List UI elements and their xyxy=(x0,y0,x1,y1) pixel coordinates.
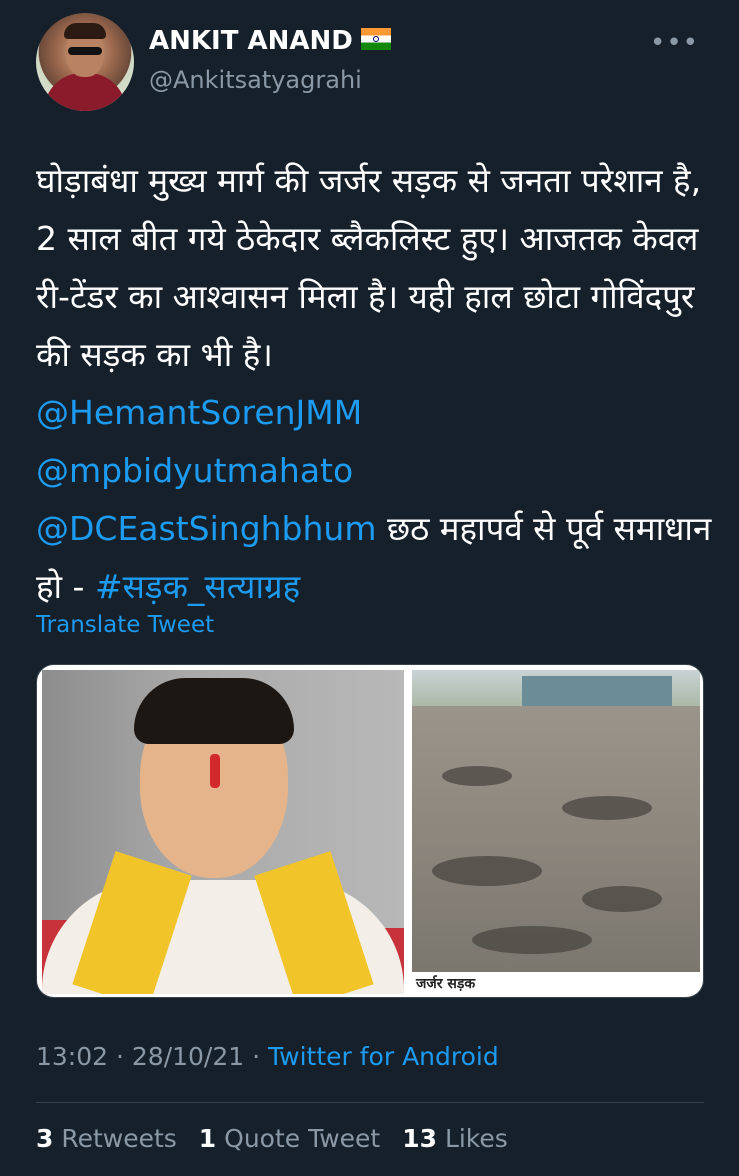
tweet-text-part1: घोड़ाबंधा मुख्य मार्ग की जर्जर सड़क से ज… xyxy=(36,161,702,374)
meta-separator: · xyxy=(244,1042,269,1071)
author-name[interactable]: ANKIT ANAND xyxy=(149,26,353,56)
pothole xyxy=(442,766,512,786)
retweets-label: Retweets xyxy=(61,1124,177,1153)
retweets-stat[interactable]: 3 Retweets xyxy=(36,1124,177,1153)
avatar[interactable] xyxy=(36,13,134,111)
mention-dceastsinghbhum[interactable]: @DCEastSinghbhum xyxy=(36,509,376,548)
quotes-stat[interactable]: 1 Quote Tweet xyxy=(199,1124,380,1153)
avatar-shirt xyxy=(44,73,126,111)
likes-count: 13 xyxy=(402,1124,437,1153)
mention-hemantsoren[interactable]: @HemantSorenJMM xyxy=(36,393,362,432)
tweet-media: जर्जर सड़क xyxy=(36,664,704,998)
media-image-portrait[interactable] xyxy=(42,670,404,994)
tweet-time[interactable]: 13:02 xyxy=(36,1042,108,1071)
tweet-meta: 13:02 · 28/10/21 · Twitter for Android xyxy=(36,1042,499,1071)
translate-tweet-link[interactable]: Translate Tweet xyxy=(36,612,214,638)
tweet-stats: 3 Retweets 1 Quote Tweet 13 Likes xyxy=(36,1124,508,1153)
meta-separator: · xyxy=(108,1042,132,1071)
pothole xyxy=(562,796,652,820)
india-flag-icon xyxy=(360,27,391,50)
pothole xyxy=(432,856,542,886)
road-building xyxy=(522,676,672,708)
road-image-caption: जर्जर सड़क xyxy=(416,976,476,992)
tweet-text: घोड़ाबंधा मुख्य मार्ग की जर्जर सड़क से ज… xyxy=(36,152,716,616)
tweet-date[interactable]: 28/10/21 xyxy=(132,1042,244,1071)
road-surface xyxy=(412,706,700,972)
quotes-label: Quote Tweet xyxy=(224,1124,381,1153)
portrait-tilak xyxy=(210,754,220,788)
tweet-source-link[interactable]: Twitter for Android xyxy=(268,1042,499,1071)
retweets-count: 3 xyxy=(36,1124,54,1153)
likes-label: Likes xyxy=(444,1124,508,1153)
hashtag-sadak-satyagrah[interactable]: #सड़क_सत्याग्रह xyxy=(95,567,300,606)
author-handle[interactable]: @Ankitsatyagrahi xyxy=(149,66,362,94)
avatar-glasses xyxy=(68,47,102,55)
mention-mpbidyutmahato[interactable]: @mpbidyutmahato xyxy=(36,451,353,490)
pothole xyxy=(472,926,592,954)
quotes-count: 1 xyxy=(198,1124,217,1153)
likes-stat[interactable]: 13 Likes xyxy=(402,1124,508,1153)
author-name-row[interactable]: ANKIT ANAND xyxy=(149,26,391,56)
pothole xyxy=(582,886,662,912)
media-image-road[interactable]: जर्जर सड़क xyxy=(412,670,700,994)
avatar-hair xyxy=(64,23,106,39)
divider xyxy=(36,1102,704,1103)
portrait-hair xyxy=(134,678,294,744)
more-options-icon[interactable]: ••• xyxy=(650,28,699,58)
